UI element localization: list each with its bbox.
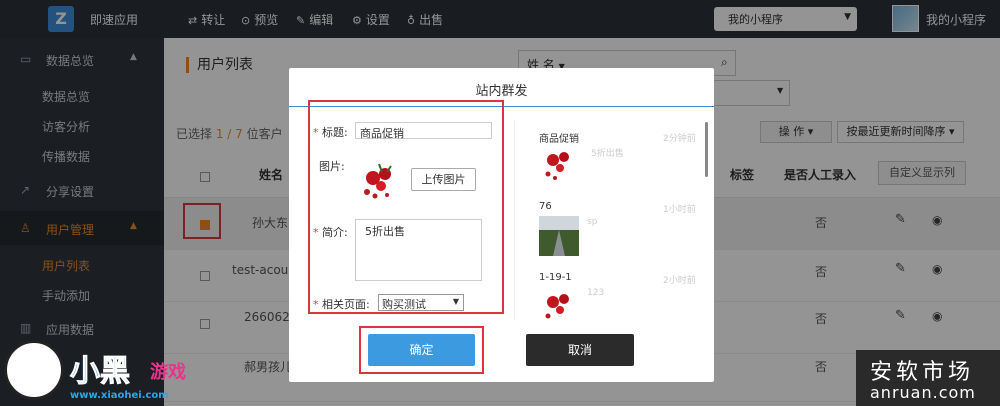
page-label: * 相关页面:	[313, 298, 370, 311]
preview-desc: 5折出售	[591, 149, 624, 159]
preview-image	[539, 216, 579, 256]
preview-time: 1小时前	[663, 205, 696, 215]
preview-image	[545, 294, 569, 319]
upload-image-button[interactable]: 上传图片	[411, 168, 476, 191]
caret-icon: ▼	[452, 297, 459, 306]
modal-title: 站内群发	[475, 84, 528, 99]
image-label: 图片:	[319, 160, 345, 173]
preview-desc: 123	[587, 288, 605, 298]
cancel-button[interactable]: 取消	[526, 334, 634, 366]
panda-icon	[4, 340, 64, 400]
confirm-button[interactable]: 确定	[368, 334, 475, 366]
desc-textarea[interactable]: 5折出售	[355, 219, 482, 281]
watermark-logo-left: 小黑 游戏 www.xiaohei.com	[0, 338, 200, 406]
preview-desc: sp	[587, 217, 598, 227]
preview-time: 2小时前	[663, 276, 696, 286]
watermark-logo-right: 安软市场 anruan.com	[856, 350, 1000, 406]
title-label: * 标题:	[313, 126, 348, 139]
preview-image	[545, 152, 569, 180]
preview-title: 1-19-1	[539, 272, 572, 283]
broadcast-modal: 站内群发 * 标题: 商品促销 图片: 上传图片 * 简介: 5折出售 * 相关…	[289, 68, 714, 382]
related-page-select[interactable]: 购买测试 ▼	[378, 294, 464, 311]
preview-scrollbar[interactable]	[705, 122, 708, 177]
preview-title: 76	[539, 201, 552, 212]
title-input[interactable]: 商品促销	[355, 122, 492, 140]
desc-label: * 简介:	[313, 226, 348, 239]
rose-image	[357, 158, 403, 204]
preview-panel: 商品促销 2分钟前 5折出售 76 1小时前 sp 1-19-1 2小时前 12…	[514, 120, 704, 320]
preview-time: 2分钟前	[663, 134, 696, 144]
preview-title: 商品促销	[539, 134, 579, 145]
